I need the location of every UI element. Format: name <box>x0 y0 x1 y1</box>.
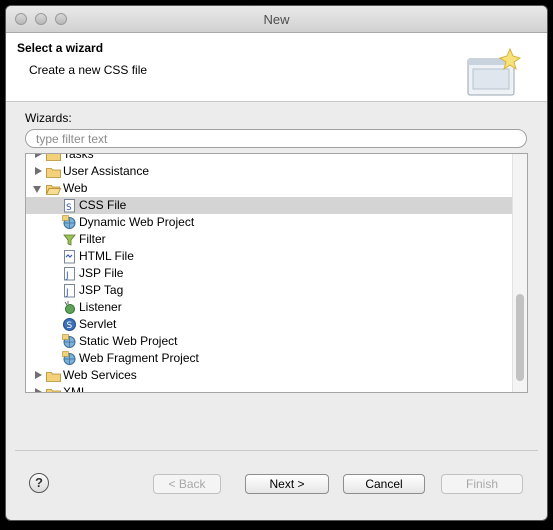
web-fragment-project-icon <box>62 351 77 366</box>
folder-icon <box>46 387 61 392</box>
tree-item-jsp-tag[interactable]: J JSP Tag <box>26 282 513 299</box>
collapsed-triangle-icon[interactable] <box>35 371 42 379</box>
dynamic-web-project-icon <box>62 215 77 230</box>
tree-item-html-file[interactable]: HTML File <box>26 248 513 265</box>
tree-item-web[interactable]: Web <box>26 180 513 197</box>
tree-item-label: HTML File <box>79 249 134 263</box>
tree-item-label: Tasks <box>63 153 94 161</box>
svg-text:J: J <box>65 288 69 298</box>
filter-icon <box>62 232 77 247</box>
title-bar: New <box>6 6 547 33</box>
collapsed-triangle-icon[interactable] <box>35 167 42 175</box>
tree-item-label: JSP File <box>79 266 124 280</box>
tree-item-web-fragment-project[interactable]: Web Fragment Project <box>26 350 513 367</box>
tree-item-web-services[interactable]: Web Services <box>26 367 513 384</box>
wizard-header: Select a wizard Create a new CSS file <box>6 33 547 102</box>
tree-item-label: XML <box>63 385 88 393</box>
scrollbar-thumb[interactable] <box>516 294 524 381</box>
jsp-file-icon: J <box>62 266 77 281</box>
tree-item-label: Web Fragment Project <box>79 351 199 365</box>
tree-item-label: Web <box>63 181 88 195</box>
tree-item-label: Web Services <box>63 368 137 382</box>
svg-text:S: S <box>66 203 72 213</box>
listener-icon <box>62 300 77 315</box>
static-web-project-icon <box>62 334 77 349</box>
header-description: Create a new CSS file <box>29 63 148 77</box>
folder-icon <box>46 166 61 178</box>
filter-input[interactable] <box>25 129 527 148</box>
tree-item-listener[interactable]: Listener <box>26 299 513 316</box>
header-title: Select a wizard <box>17 41 104 55</box>
new-wizard-dialog: New Select a wizard Create a new CSS fil… <box>6 6 547 520</box>
tree-item-tasks[interactable]: Tasks <box>26 153 513 163</box>
finish-button[interactable]: Finish <box>441 474 523 494</box>
tree-item-css-file[interactable]: S CSS File <box>26 197 513 214</box>
folder-open-icon <box>45 183 62 195</box>
tree-item-servlet[interactable]: S Servlet <box>26 316 513 333</box>
tree-item-label: User Assistance <box>63 164 150 178</box>
folder-icon <box>46 154 61 161</box>
jsp-tag-icon: J <box>62 283 77 298</box>
window-title: New <box>263 12 290 27</box>
collapsed-triangle-icon[interactable] <box>35 388 42 392</box>
expanded-triangle-icon[interactable] <box>33 186 41 193</box>
back-button[interactable]: < Back <box>153 474 221 494</box>
tree-item-label: Filter <box>79 232 106 246</box>
tree-vertical-scrollbar[interactable] <box>512 154 527 392</box>
tree-item-dynamic-web-project[interactable]: Dynamic Web Project <box>26 214 513 231</box>
next-button[interactable]: Next > <box>245 474 329 494</box>
css-file-icon: S <box>62 198 77 213</box>
tree-item-label: Servlet <box>79 317 117 331</box>
collapsed-triangle-icon[interactable] <box>35 154 42 158</box>
tree-item-static-web-project[interactable]: Static Web Project <box>26 333 513 350</box>
tree-item-label: JSP Tag <box>79 283 124 297</box>
new-wizard-banner-icon <box>467 47 522 96</box>
tree-item-jsp-file[interactable]: J JSP File <box>26 265 513 282</box>
tree-item-xml[interactable]: XML <box>26 384 513 393</box>
svg-text:S: S <box>67 321 73 331</box>
wizard-tree[interactable]: Tasks User Assistance Web S CSS File Dynamic … <box>25 153 528 393</box>
tree-item-label: Listener <box>79 300 122 314</box>
tree-item-label: Dynamic Web Project <box>79 215 195 229</box>
folder-icon <box>46 370 61 382</box>
tree-item-label: Static Web Project <box>79 334 178 348</box>
tree-item-label: CSS File <box>79 198 127 212</box>
html-file-icon <box>62 249 77 264</box>
footer-separator <box>15 450 538 451</box>
svg-text:J: J <box>65 271 69 281</box>
wizards-label: Wizards: <box>25 111 72 125</box>
cancel-button[interactable]: Cancel <box>343 474 425 494</box>
help-button[interactable]: ? <box>29 473 49 493</box>
servlet-icon: S <box>62 317 77 332</box>
tree-item-filter[interactable]: Filter <box>26 231 513 248</box>
tree-item-user-assistance[interactable]: User Assistance <box>26 163 513 180</box>
